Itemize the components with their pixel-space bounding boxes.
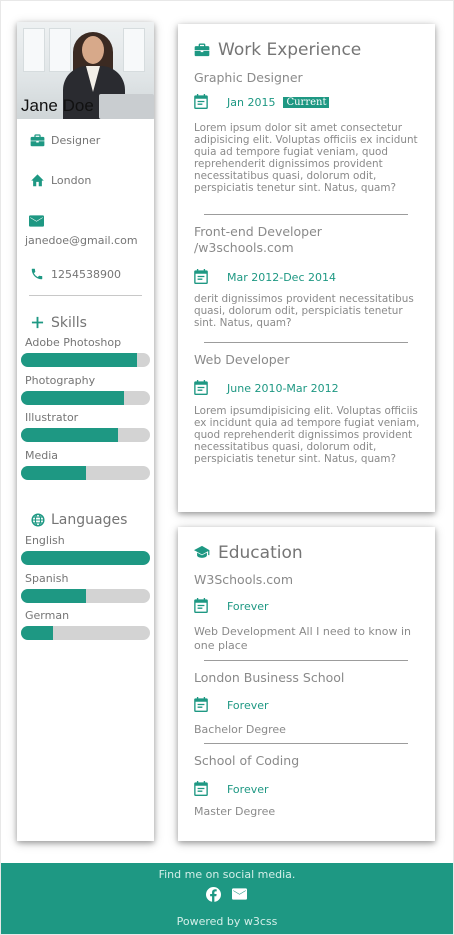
school-date-row: Forever [194, 598, 269, 614]
skill-label: Photography [25, 373, 96, 387]
school-date: Forever [227, 782, 269, 796]
bar-fill [21, 588, 86, 603]
job-date-row: Mar 2012-Dec 2014 [194, 269, 336, 285]
footer-powered: Powered by w3css [1, 915, 453, 928]
bar-fill [21, 428, 118, 442]
school-description: Web Development All I need to know in on… [194, 625, 412, 652]
bar-fill [21, 465, 86, 480]
skill-bar [21, 390, 150, 405]
job-date-row: June 2010-Mar 2012 [194, 380, 339, 396]
briefcase-icon [29, 132, 45, 148]
skills-heading: Skills [31, 315, 87, 331]
school-title: W3Schools.com [194, 572, 293, 587]
calendar-icon [194, 94, 209, 110]
powered-prefix: Powered by [176, 915, 244, 928]
skills-title: Skills [51, 315, 87, 331]
divider [204, 342, 408, 343]
job-description: derit dignissimos provident necessitatib… [194, 293, 414, 329]
school-description: Master Degree [194, 805, 276, 818]
job-date: June 2010-Mar 2012 [227, 381, 339, 395]
profile-divider [29, 295, 142, 296]
divider [204, 214, 408, 215]
skill-label: Illustrator [25, 411, 79, 424]
w3css-link[interactable]: w3css [244, 915, 278, 928]
skill-label: Adobe Photoshop [25, 336, 122, 349]
work-heading: Work Experience [194, 40, 361, 60]
current-badge: Current [283, 96, 330, 108]
job-title: Web Developer [194, 352, 290, 367]
calendar-icon [194, 697, 209, 713]
divider [204, 660, 408, 661]
profile-photo: Jane Doe [17, 22, 154, 119]
briefcase-icon [194, 42, 210, 58]
education-heading: Education [194, 543, 303, 563]
calendar-icon [194, 269, 209, 285]
education-card: Education W3Schools.com Forever Web Deve… [178, 527, 435, 841]
calendar-icon [194, 781, 209, 797]
job-title: Graphic Designer [194, 70, 303, 85]
school-title: London Business School [194, 670, 345, 685]
work-title: Work Experience [218, 40, 362, 60]
footer: Find me on social media. Powered by w3cs… [1, 863, 453, 934]
job-date: Mar 2012-Dec 2014 [227, 270, 336, 284]
calendar-icon [194, 598, 209, 614]
profile-card: Jane Doe Designer London janedoe@gmail.c… [17, 22, 154, 841]
skill-bar [21, 428, 150, 442]
language-bar [21, 588, 150, 603]
job-description: Lorem ipsumdipisicing elit. Voluptas off… [194, 405, 420, 465]
graduation-cap-icon [194, 545, 210, 561]
calendar-icon [194, 380, 209, 396]
bar-fill [21, 390, 125, 405]
skill-label: Media [25, 448, 59, 462]
phone-icon [29, 266, 45, 282]
school-title: School of Coding [194, 753, 300, 768]
footer-social-text: Find me on social media. [158, 868, 296, 881]
language-bar [21, 551, 150, 565]
school-date: Forever [227, 599, 269, 613]
phone-row: 1254538900 [29, 266, 121, 282]
envelope-icon[interactable] [232, 887, 248, 903]
language-label: Spanish [25, 571, 69, 585]
skill-bar [21, 353, 150, 367]
job-description: Lorem ipsum dolor sit amet consectetur a… [194, 122, 418, 194]
job-row: Designer [29, 132, 100, 148]
facebook-icon[interactable] [206, 887, 222, 903]
languages-heading: Languages [31, 512, 127, 528]
job-title: Front-end Developer /w3schools.com [194, 224, 322, 255]
bar-fill [21, 551, 150, 565]
city-text: London [51, 173, 92, 187]
school-date-row: Forever [194, 697, 269, 713]
bar-fill [21, 626, 54, 640]
envelope-icon [29, 212, 45, 228]
school-description: Bachelor Degree [194, 723, 286, 736]
language-bar [21, 626, 150, 640]
work-experience-card: Work Experience Graphic Designer Jan 201… [178, 24, 435, 512]
profile-name: Jane Doe [21, 96, 94, 115]
plus-icon [31, 316, 45, 330]
city-row: London [29, 172, 91, 188]
divider [204, 743, 408, 744]
email-text[interactable]: janedoe@gmail.com [25, 234, 138, 247]
languages-title: Languages [51, 512, 128, 528]
job-date: Jan 2015 [227, 95, 276, 109]
bar-fill [21, 353, 138, 367]
language-label: English [25, 534, 65, 547]
footer-social-icons [1, 887, 453, 903]
skill-bar [21, 465, 150, 480]
language-label: German [25, 609, 70, 622]
education-title: Education [218, 543, 303, 563]
job-text: Designer [51, 133, 101, 147]
job-date-row: Jan 2015 Current [194, 94, 330, 110]
school-date-row: Forever [194, 781, 269, 797]
home-icon [29, 172, 45, 188]
school-date: Forever [227, 698, 269, 712]
globe-icon [31, 513, 45, 527]
phone-text: 1254538900 [51, 267, 121, 281]
